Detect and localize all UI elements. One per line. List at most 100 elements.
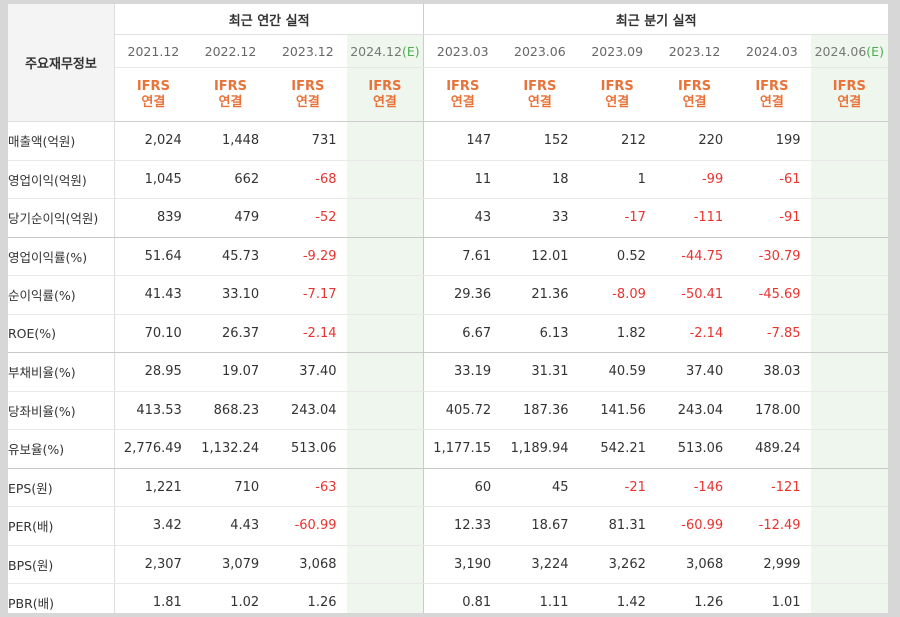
value-cell: 45 [501, 468, 579, 507]
value-cell: -60.99 [269, 506, 347, 546]
value-cell: 542.21 [578, 429, 656, 469]
value-cell: 1 [578, 160, 656, 199]
value-cell: 152 [501, 121, 579, 161]
row-label: PBR(배) [8, 583, 115, 613]
value-cell: 839 [114, 198, 192, 238]
value-cell: 1,177.15 [423, 429, 502, 469]
estimate-flag: (E) [401, 43, 420, 59]
row-label: PER(배) [8, 506, 115, 546]
value-cell: 1.82 [578, 314, 656, 353]
estimate-cell [346, 506, 424, 546]
value-cell: 12.33 [423, 506, 502, 546]
value-cell: 1,132.24 [191, 429, 270, 469]
estimate-cell [810, 583, 888, 613]
estimate-cell [346, 429, 424, 469]
estimate-cell [810, 506, 888, 546]
value-cell: -99 [655, 160, 734, 199]
value-cell: 868.23 [191, 391, 270, 430]
basis-standard: IFRS [213, 78, 248, 94]
value-cell: -121 [733, 468, 811, 507]
value-cell: 70.10 [114, 314, 192, 353]
estimate-cell [346, 545, 424, 584]
table-row: PBR(배) 1.81 1.02 1.26 0.81 1.11 1.42 1.26 1.01 [8, 583, 888, 613]
table-row: PER(배) 3.42 4.43 -60.99 12.33 18.67 81.31 -60.9… [8, 506, 888, 546]
value-cell: -63 [269, 468, 347, 507]
table-body: 매출액(억원) 2,024 1,448 731 147 152 212 220 199 영업이익(… [8, 121, 888, 613]
value-cell: -7.17 [269, 275, 347, 315]
value-cell: -91 [733, 198, 811, 238]
value-cell: 212 [578, 121, 656, 161]
value-cell: 731 [269, 121, 347, 161]
estimate-flag: (E) [866, 43, 884, 59]
value-cell: -45.69 [733, 275, 811, 315]
table-row: 당좌비율(%) 413.53 868.23 243.04 405.72 187.36 141… [8, 391, 888, 430]
basis-header: IFRS 연결 [346, 67, 424, 122]
value-cell: -111 [655, 198, 734, 238]
value-cell: 26.37 [191, 314, 270, 353]
table-row: 부채비율(%) 28.95 19.07 37.40 33.19 31.31 40.59 37.… [8, 352, 888, 392]
value-cell: -44.75 [655, 237, 734, 276]
basis-scope: 연결 [605, 94, 630, 110]
value-cell: 38.03 [733, 352, 811, 392]
value-cell: -60.99 [655, 506, 734, 546]
value-cell: 178.00 [733, 391, 811, 430]
value-cell: 12.01 [501, 237, 579, 276]
value-cell: 405.72 [423, 391, 502, 430]
basis-standard: IFRS [368, 78, 402, 94]
value-cell: 18.67 [501, 506, 579, 546]
basis-standard: IFRS [600, 78, 634, 94]
value-cell: 18 [501, 160, 579, 199]
estimate-cell [810, 468, 888, 507]
value-cell: -12.49 [733, 506, 811, 546]
value-cell: 1,221 [114, 468, 192, 507]
group-header-row: 주요재무정보 최근 연간 실적 최근 분기 실적 [8, 4, 888, 122]
value-cell: 37.40 [269, 352, 347, 392]
value-cell: 513.06 [269, 429, 347, 469]
table-row: ROE(%) 70.10 26.37 -2.14 6.67 6.13 1.82 -2.14 -7… [8, 314, 888, 353]
estimate-cell [810, 352, 888, 392]
value-cell: -9.29 [269, 237, 347, 276]
value-cell: 199 [733, 121, 811, 161]
value-cell: 1,189.94 [501, 429, 579, 469]
value-cell: 187.36 [501, 391, 579, 430]
value-cell: 1,045 [114, 160, 192, 199]
value-cell: 81.31 [578, 506, 656, 546]
value-cell: 413.53 [114, 391, 192, 430]
estimate-cell [810, 198, 888, 238]
value-cell: 489.24 [733, 429, 811, 469]
value-cell: 3,262 [578, 545, 656, 584]
value-cell: 33.10 [191, 275, 270, 315]
estimate-cell [346, 583, 424, 613]
basis-header: IFRS 연결 [501, 67, 579, 122]
basis-standard: IFRS [291, 78, 325, 94]
value-cell: 1.02 [191, 583, 270, 613]
value-cell: 41.43 [114, 275, 192, 315]
value-cell: 3,190 [423, 545, 502, 584]
basis-standard: IFRS [755, 78, 789, 94]
value-cell: 11 [423, 160, 502, 199]
basis-header: IFRS 연결 [810, 67, 888, 122]
basis-header: IFRS 연결 [269, 67, 347, 122]
value-cell: 1.42 [578, 583, 656, 613]
estimate-cell [346, 314, 424, 353]
table-row: 유보율(%) 2,776.49 1,132.24 513.06 1,177.15 1,18… [8, 429, 888, 469]
basis-standard: IFRS [678, 78, 712, 94]
row-label: ROE(%) [8, 314, 115, 353]
value-cell: -2.14 [655, 314, 734, 353]
value-cell: 2,024 [114, 121, 192, 161]
value-cell: 21.36 [501, 275, 579, 315]
estimate-cell [346, 275, 424, 315]
period-header: 2023.03 [423, 34, 502, 68]
value-cell: -8.09 [578, 275, 656, 315]
estimate-cell [346, 121, 424, 161]
quarter-group-title: 최근 분기 실적 [423, 4, 888, 35]
estimate-period: 2024.12 [350, 43, 402, 59]
value-cell: 220 [655, 121, 734, 161]
basis-standard: IFRS [136, 78, 170, 94]
period-header-estimate: 2024.06(E) [810, 34, 888, 68]
value-cell: 19.07 [191, 352, 270, 392]
value-cell: 45.73 [191, 237, 270, 276]
basis-scope: 연결 [527, 94, 552, 110]
estimate-cell [810, 275, 888, 315]
row-label: 순이익률(%) [8, 275, 115, 315]
